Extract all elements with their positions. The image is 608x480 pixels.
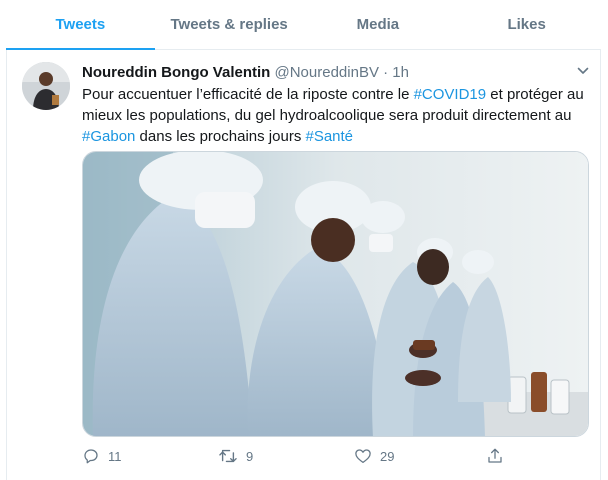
share-icon [488, 448, 502, 463]
meta-separator: · [383, 64, 389, 81]
hashtag-covid19[interactable]: #COVID19 [414, 86, 487, 103]
tweet-menu-button[interactable] [574, 62, 592, 80]
tweet-text-part-1: Pour accuentuer l’efficacité de la ripos… [82, 86, 414, 103]
tab-likes[interactable]: Likes [452, 0, 601, 49]
timeline-border-right [600, 50, 601, 480]
tab-tweets[interactable]: Tweets [6, 0, 155, 50]
reply-icon [84, 449, 98, 464]
tab-likes-label: Likes [507, 16, 546, 33]
tweet-time[interactable]: 1h [392, 64, 409, 81]
retweet-count: 9 [246, 448, 254, 464]
tab-media-label: Media [356, 16, 400, 33]
timeline-border-left [6, 50, 7, 480]
tab-media[interactable]: Media [304, 0, 453, 49]
tab-tweets-and-replies-label: Tweets & replies [170, 16, 288, 33]
tweet-actions: 11 9 29 [82, 444, 522, 468]
tweet-text: Pour accuentuer l’efficacité de la ripos… [82, 84, 592, 147]
reply-count: 11 [108, 448, 122, 464]
share-button[interactable] [486, 444, 504, 468]
chevron-down-icon [577, 67, 589, 74]
like-button[interactable]: 29 [354, 444, 394, 468]
retweet-button[interactable]: 9 [218, 444, 253, 468]
heart-icon [355, 449, 371, 464]
tweet-text-part-3: dans les prochains jours [135, 128, 306, 145]
author-name[interactable]: Noureddin Bongo Valentin [82, 64, 270, 81]
avatar[interactable] [22, 62, 70, 110]
tab-tweets-label: Tweets [55, 16, 106, 33]
like-count: 29 [380, 448, 395, 464]
retweet-icon [219, 449, 237, 463]
avatar-image [22, 62, 70, 110]
hashtag-gabon[interactable]: #Gabon [82, 128, 135, 145]
profile-tabs: Tweets Tweets & replies Media Likes [6, 0, 601, 50]
tab-tweets-and-replies[interactable]: Tweets & replies [155, 0, 304, 49]
author-handle[interactable]: @NoureddinBV [275, 64, 379, 81]
tweet-photo[interactable] [82, 151, 589, 437]
hashtag-sante[interactable]: #Santé [305, 128, 353, 145]
lab-photo-illustration [83, 152, 588, 436]
tweet-header: Noureddin Bongo Valentin @NoureddinBV · … [82, 63, 409, 83]
reply-button[interactable]: 11 [82, 444, 122, 468]
